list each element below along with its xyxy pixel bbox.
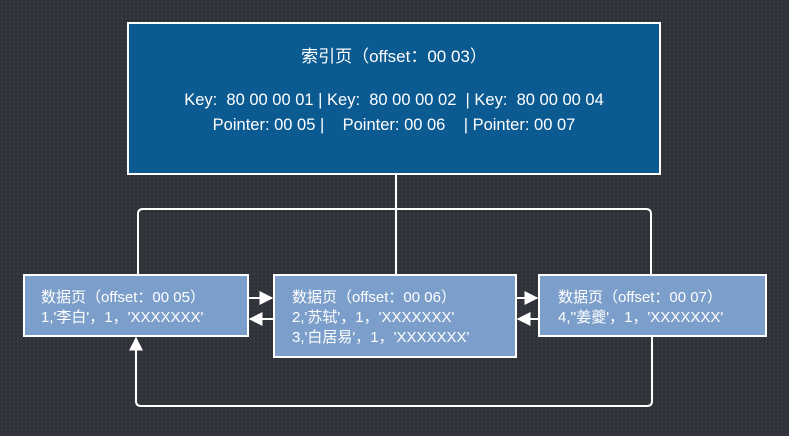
data-page-2: 数据页（offset：00 06） 2,'苏轼'，1，'XXXXXXX' 3,'… xyxy=(273,274,517,358)
data-page-3-row-1: 4,''姜夔'，1，'XXXXXXX' xyxy=(558,309,724,326)
data-page-3-title: 数据页（offset：00 07） xyxy=(558,289,722,306)
data-page-1: 数据页（offset：00 05） 1,'李白'，1，'XXXXXXX' xyxy=(23,274,249,337)
index-page-title: 索引页（offset：00 03） xyxy=(301,47,487,66)
index-page-pointers: Pointer: 00 05 | Pointer: 00 06 | Pointe… xyxy=(212,116,576,134)
data-page-2-row-2: 3,'白居易'，1，'XXXXXXX' xyxy=(292,329,470,346)
data-page-1-title: 数据页（offset：00 05） xyxy=(41,289,205,306)
index-page-keys: Key: 80 00 00 01 | Key: 80 00 00 02 | Ke… xyxy=(184,91,604,109)
data-page-3: 数据页（offset：00 07） 4,''姜夔'，1，'XXXXXXX' xyxy=(538,274,767,337)
index-to-data-pages-line xyxy=(137,175,652,274)
data-page-2-row-1: 2,'苏轼'，1，'XXXXXXX' xyxy=(292,309,455,326)
data-page-2-title: 数据页（offset：00 06） xyxy=(292,289,456,306)
index-page-box: 索引页（offset：00 03） Key: 80 00 00 01 | Key… xyxy=(127,22,661,175)
data-page-1-row-1: 1,'李白'，1，'XXXXXXX' xyxy=(41,309,204,326)
